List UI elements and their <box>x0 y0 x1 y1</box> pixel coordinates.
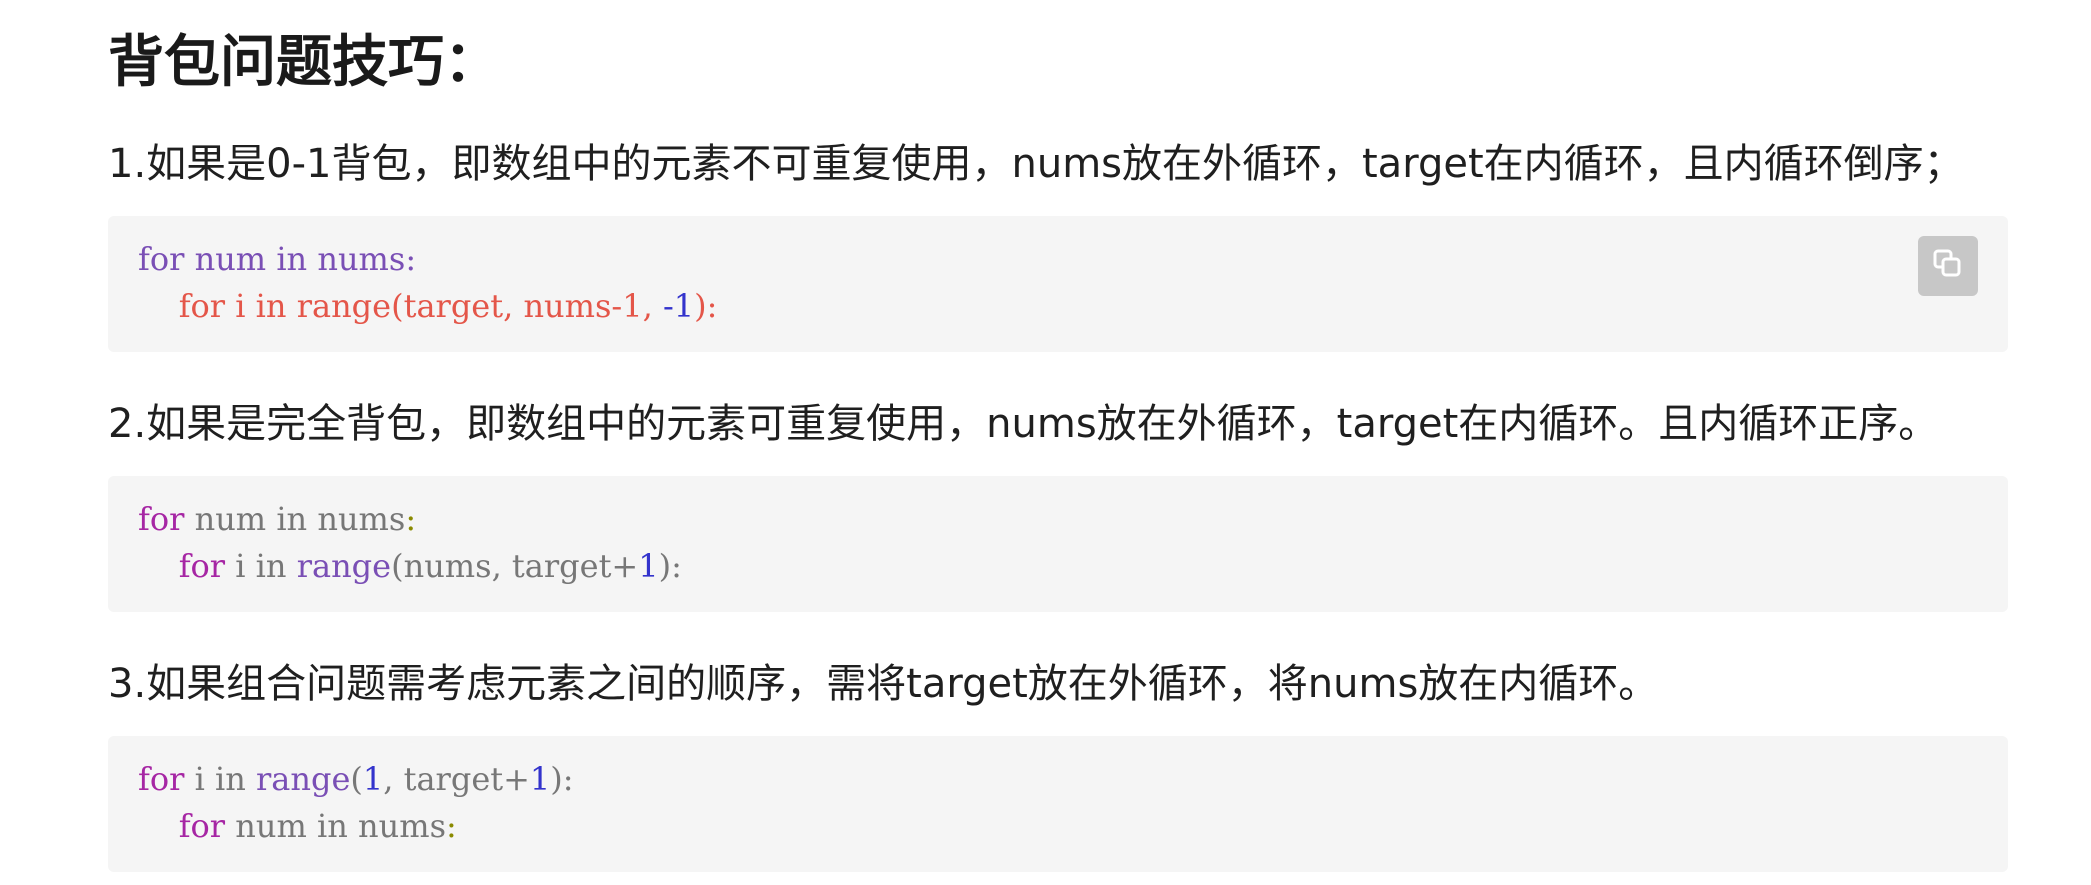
code-token: 1 <box>638 547 659 585</box>
paragraph-combination-order: 3.如果组合问题需考虑元素之间的顺序，需将target放在外循环，将nums放在… <box>108 661 1659 707</box>
code-token: 1 <box>529 760 551 798</box>
code-token: in <box>276 240 308 278</box>
code-line: for i in range(nums, target+1): <box>138 543 682 589</box>
code-token: range <box>296 547 392 585</box>
code-line: for num in nums: <box>138 496 416 542</box>
code-token: num in nums <box>225 807 446 845</box>
code-token: range <box>256 760 351 798</box>
code-token: range(target, <box>296 287 514 325</box>
code-token: for <box>178 287 226 325</box>
code-block-2: for num in nums: for i in range(nums, ta… <box>108 476 2008 612</box>
code-token: : <box>446 807 457 845</box>
code-token: ( <box>350 760 363 798</box>
code-block-1: for num in nums: for i in range(target, … <box>108 216 2008 352</box>
code-token: i in <box>184 760 256 798</box>
code-token: 1 <box>362 760 384 798</box>
code-token: in <box>255 287 287 325</box>
copy-icon <box>1931 247 1965 285</box>
code-line: for i in range(1, target+1): <box>138 756 574 802</box>
code-token: ): <box>694 287 718 325</box>
copy-button[interactable] <box>1918 236 1978 296</box>
code-token: i <box>235 287 246 325</box>
code-token: nums: <box>317 240 417 278</box>
code-token: for <box>138 240 185 278</box>
code-line: for num in nums: <box>138 236 416 282</box>
code-token: : <box>405 500 417 538</box>
code-token: i in <box>225 547 297 585</box>
code-line: for i in range(target, nums-1, -1): <box>138 283 718 329</box>
code-token: num in nums <box>184 500 406 538</box>
code-token: -1 <box>662 287 695 325</box>
code-token: for <box>138 760 185 798</box>
code-token: for <box>178 547 226 585</box>
code-token: for <box>178 807 226 845</box>
code-token: , target+ <box>383 760 530 798</box>
code-line: for num in nums: <box>138 803 457 849</box>
page-title: 背包问题技巧： <box>108 30 500 95</box>
code-token: nums-1, <box>523 287 653 325</box>
paragraph-01-knapsack: 1.如果是0-1背包，即数组中的元素不可重复使用，nums放在外循环，targe… <box>108 141 1964 187</box>
code-block-3: for i in range(1, target+1): for num in … <box>108 736 2008 872</box>
code-token: ): <box>550 760 574 798</box>
code-token: num <box>194 240 267 278</box>
code-token: for <box>138 500 185 538</box>
code-token: (nums, target+ <box>391 547 639 585</box>
code-token: ): <box>658 547 682 585</box>
paragraph-complete-knapsack: 2.如果是完全背包，即数组中的元素可重复使用，nums放在外循环，target在… <box>108 401 1939 447</box>
